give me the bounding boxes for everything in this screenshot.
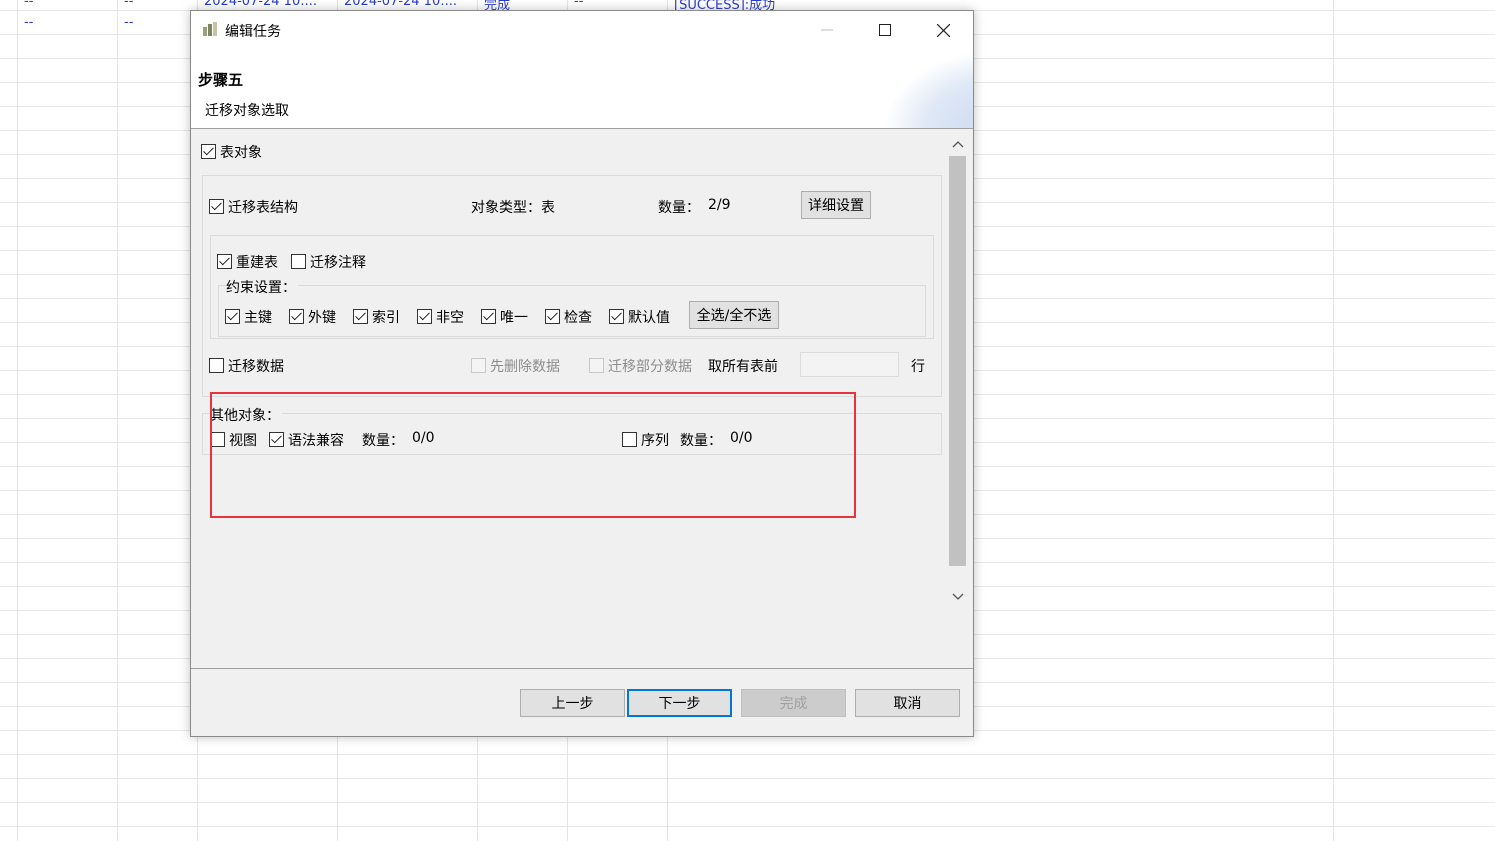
detail-settings-button[interactable]: 详细设置 [801, 191, 871, 219]
object-type-label: 对象类型：表 [471, 200, 555, 216]
maximize-icon [879, 24, 891, 36]
constraint-label: 索引 [372, 310, 400, 326]
table-objects-checkbox[interactable]: 表对象 [201, 142, 262, 162]
partial-data-label: 迁移部分数据 [608, 359, 692, 375]
next-step-button[interactable]: 下一步 [627, 689, 732, 717]
constraint-default-checkbox[interactable]: 默认值 [609, 307, 670, 327]
checkbox-checked-icon [201, 144, 216, 159]
migrate-comments-checkbox[interactable]: 迁移注释 [291, 252, 366, 272]
bg-cell: -- [24, 15, 34, 30]
constraint-index-checkbox[interactable]: 索引 [353, 307, 400, 327]
constraint-label: 默认值 [628, 310, 670, 326]
constraint-fk-checkbox[interactable]: 外键 [289, 307, 336, 327]
checkbox-checked-icon [225, 309, 240, 324]
step-subtitle: 迁移对象选取 [205, 103, 289, 119]
wizard-header: 步骤五 迁移对象选取 [191, 49, 973, 129]
delete-first-checkbox[interactable]: 先删除数据 [471, 356, 560, 376]
constraint-label: 主键 [244, 310, 272, 326]
vertical-scrollbar[interactable] [945, 130, 967, 612]
scroll-up-icon[interactable] [949, 138, 966, 154]
checkbox-checked-icon [417, 309, 432, 324]
header-decoration [883, 49, 973, 128]
bg-cell: -- [124, 15, 134, 30]
rebuild-table-checkbox[interactable]: 重建表 [217, 252, 278, 272]
bg-cell: -- [574, 0, 584, 9]
grid-line [17, 0, 18, 841]
rebuild-table-label: 重建表 [236, 255, 278, 271]
step-title: 步骤五 [198, 71, 244, 89]
checkbox-unchecked-icon [209, 358, 224, 373]
red-highlight-box [210, 392, 856, 518]
checkbox-disabled-icon [589, 358, 604, 373]
close-icon [936, 23, 950, 37]
delete-first-label: 先删除数据 [490, 359, 560, 375]
edit-task-dialog: 编辑任务 步骤五 迁移对象选取 表对象 迁移表结构 对象类型：表 数量： 2/9… [190, 10, 974, 737]
finish-button[interactable]: 完成 [741, 689, 846, 717]
minimize-button[interactable] [798, 11, 856, 49]
migrate-comments-label: 迁移注释 [310, 255, 366, 271]
title-bar[interactable]: 编辑任务 [191, 11, 973, 49]
checkbox-unchecked-icon [291, 254, 306, 269]
cancel-button[interactable]: 取消 [855, 689, 960, 717]
app-icon [203, 22, 217, 36]
constraint-label: 非空 [436, 310, 464, 326]
constraint-title: 约束设置： [226, 277, 298, 297]
checkbox-checked-icon [481, 309, 496, 324]
checkbox-disabled-icon [471, 358, 486, 373]
constraint-label: 唯一 [500, 310, 528, 326]
partial-data-checkbox[interactable]: 迁移部分数据 [589, 356, 692, 376]
constraint-label: 检查 [564, 310, 592, 326]
checkbox-checked-icon [545, 309, 560, 324]
maximize-button[interactable] [856, 11, 914, 49]
take-front-label: 取所有表前 [708, 359, 778, 375]
checkbox-checked-icon [609, 309, 624, 324]
constraint-pk-checkbox[interactable]: 主键 [225, 307, 272, 327]
count-label: 数量： [658, 200, 700, 216]
table-objects-label: 表对象 [220, 145, 262, 161]
migrate-structure-checkbox[interactable]: 迁移表结构 [209, 197, 298, 217]
bg-cell: 2024-07-24 10:... [344, 0, 458, 9]
grid-line [117, 0, 118, 841]
count-value: 2/9 [708, 197, 731, 213]
prev-step-button[interactable]: 上一步 [520, 689, 625, 717]
close-button[interactable] [914, 11, 972, 49]
constraint-check-checkbox[interactable]: 检查 [545, 307, 592, 327]
footer-divider [191, 668, 973, 669]
dialog-title: 编辑任务 [225, 24, 281, 40]
bg-cell: -- [24, 0, 34, 9]
select-all-button[interactable]: 全选/全不选 [689, 301, 779, 329]
migrate-structure-label: 迁移表结构 [228, 200, 298, 216]
rows-input[interactable] [800, 352, 899, 377]
constraint-label: 外键 [308, 310, 336, 326]
scroll-down-icon[interactable] [949, 591, 966, 607]
minimize-icon [821, 29, 833, 31]
constraint-notnull-checkbox[interactable]: 非空 [417, 307, 464, 327]
checkbox-checked-icon [353, 309, 368, 324]
rows-unit-label: 行 [911, 359, 925, 375]
bg-cell: 2024-07-24 10:... [204, 0, 318, 9]
constraint-unique-checkbox[interactable]: 唯一 [481, 307, 528, 327]
migrate-data-label: 迁移数据 [228, 359, 284, 375]
bg-cell: -- [124, 0, 134, 9]
grid-line [1333, 0, 1334, 841]
migrate-data-checkbox[interactable]: 迁移数据 [209, 356, 284, 376]
checkbox-checked-icon [209, 199, 224, 214]
scroll-thumb[interactable] [949, 156, 966, 566]
checkbox-checked-icon [289, 309, 304, 324]
checkbox-checked-icon [217, 254, 232, 269]
